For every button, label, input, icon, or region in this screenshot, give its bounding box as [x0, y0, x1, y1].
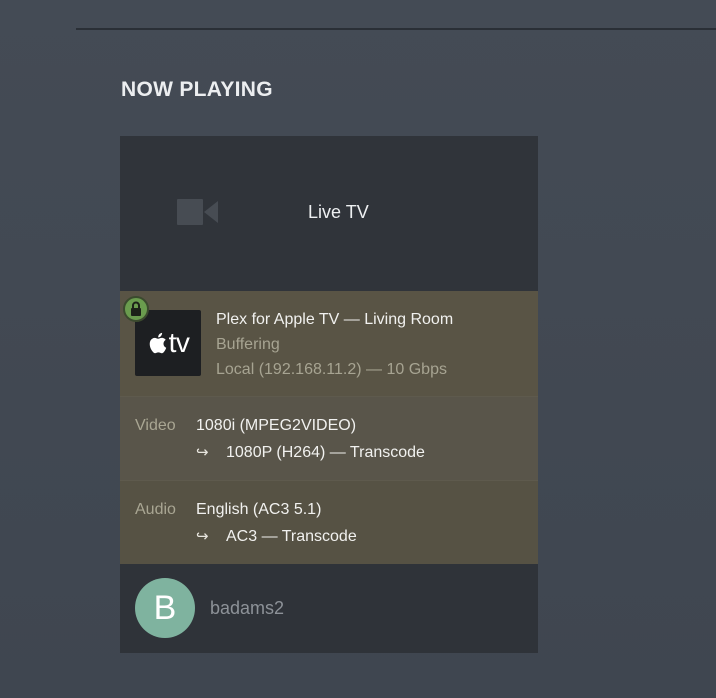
video-stream-row: Video 1080i (MPEG2VIDEO) ↪ 1080P (H264) …	[120, 396, 538, 480]
apple-logo-icon	[149, 332, 166, 354]
media-header[interactable]: Live TV	[120, 136, 538, 291]
video-camera-icon	[177, 199, 218, 225]
username[interactable]: badams2	[210, 598, 284, 619]
lock-icon	[123, 296, 149, 322]
audio-target: AC3 — Transcode	[226, 528, 357, 545]
top-divider	[76, 28, 716, 30]
player-name: Plex for Apple TV — Living Room	[216, 311, 454, 328]
audio-stream-row: Audio English (AC3 5.1) ↪ AC3 — Transcod…	[120, 480, 538, 564]
audio-source: English (AC3 5.1)	[196, 501, 322, 518]
page: NOW PLAYING Live TV tv Plex for Apple TV…	[0, 0, 716, 698]
avatar[interactable]: B	[135, 578, 195, 638]
video-label: Video	[135, 417, 176, 434]
media-title: Live TV	[308, 202, 369, 222]
video-source: 1080i (MPEG2VIDEO)	[196, 417, 357, 434]
logo-text: tv	[168, 327, 190, 358]
player-info: tv Plex for Apple TV — Living Room Buffe…	[120, 291, 538, 396]
now-playing-card[interactable]: Live TV tv Plex for Apple TV — Living Ro…	[120, 136, 538, 653]
user-row[interactable]: B badams2	[120, 564, 538, 653]
transcode-arrow-icon: ↪	[196, 444, 209, 461]
video-target: 1080P (H264) — Transcode	[226, 444, 425, 461]
audio-label: Audio	[135, 501, 176, 518]
section-title: NOW PLAYING	[121, 78, 273, 101]
transcode-arrow-icon: ↪	[196, 528, 209, 545]
player-network: Local (192.168.11.2) — 10 Gbps	[216, 361, 447, 378]
player-state: Buffering	[216, 336, 280, 353]
